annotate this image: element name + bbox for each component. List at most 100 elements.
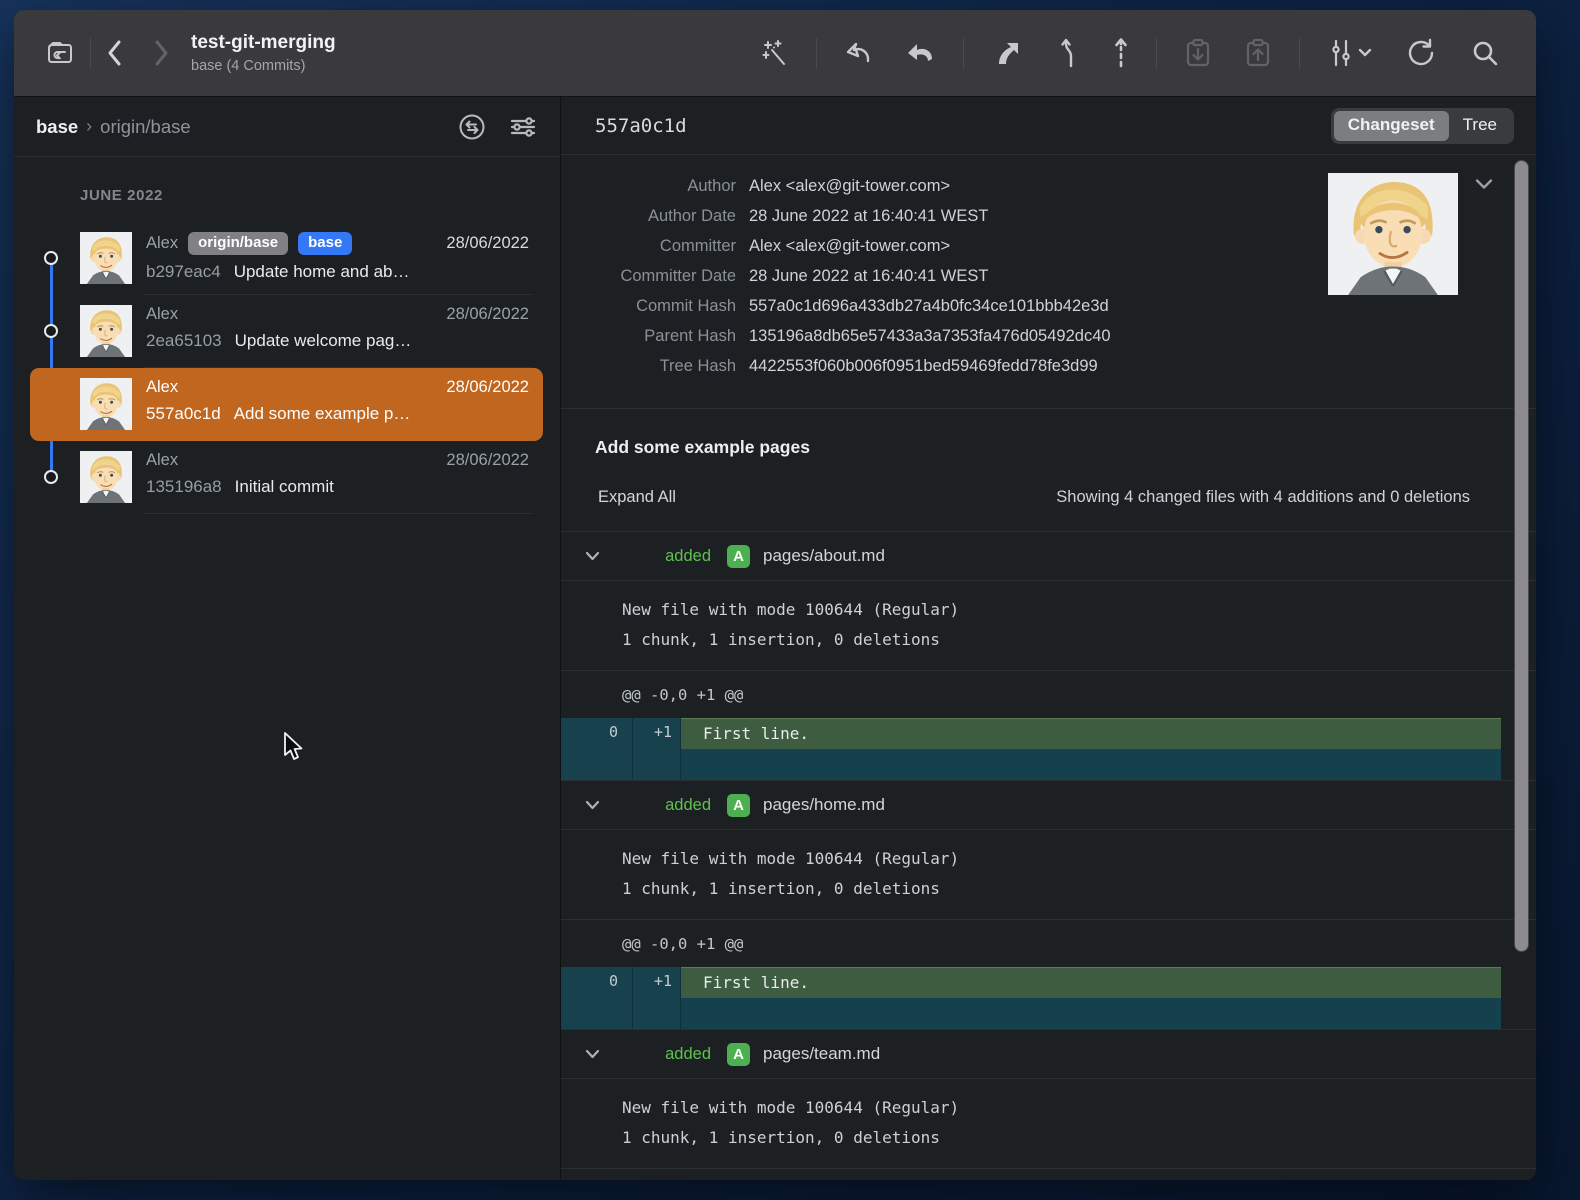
desktop: { "window": { "title": "test-git-merging…	[0, 0, 1580, 1200]
commit-list: JUNE 2022 Alex origin/base base	[14, 157, 560, 1180]
author-avatar	[1328, 173, 1458, 295]
new-line-number	[633, 998, 681, 1029]
undo-icon[interactable]	[843, 37, 875, 69]
commit-row[interactable]: Alex 28/06/2022 135196a8 Initial commit	[30, 441, 543, 514]
commit-message-title: Add some example pages	[595, 437, 1470, 458]
file-info: New file with mode 100644 (Regular) 1 ch…	[561, 829, 1536, 919]
old-line-number	[561, 998, 633, 1029]
old-line-number: 0	[561, 718, 633, 749]
old-line-number	[561, 749, 633, 780]
toolbar-actions	[760, 36, 1500, 70]
commit-hash: 135196a8	[146, 477, 222, 497]
tab-tree[interactable]: Tree	[1449, 111, 1511, 141]
compare-branches-icon[interactable]	[458, 113, 486, 141]
diff-added-line[interactable]: 0 +1 First line.	[561, 718, 1501, 749]
file-info: New file with mode 100644 (Regular) 1 ch…	[561, 580, 1536, 670]
file-header[interactable]: added A pages/home.md	[561, 780, 1536, 829]
file-added-badge: A	[727, 1043, 750, 1066]
back-button[interactable]	[105, 38, 125, 68]
file-added-badge: A	[727, 794, 750, 817]
empty-line	[681, 749, 1501, 780]
new-line-number: +1	[633, 967, 681, 998]
added-line-text: First line.	[681, 718, 1501, 749]
rebase-icon[interactable]	[1112, 36, 1130, 70]
file-section: added A pages/home.md New file with mode…	[561, 780, 1536, 1029]
local-branch-badge[interactable]: base	[298, 232, 352, 255]
new-line-number: +1	[633, 718, 681, 749]
file-stats-line: 1 chunk, 1 insertion, 0 deletions	[622, 874, 1536, 904]
expand-all-button[interactable]: Expand All	[595, 488, 676, 507]
meta-value: 557a0c1d696a433db27a4b0fc34ce101bbb42e3d	[749, 291, 1536, 321]
commit-date: 28/06/2022	[446, 451, 529, 470]
file-header[interactable]: added A pages/about.md	[561, 531, 1536, 580]
commit-row[interactable]: Alex 28/06/2022 2ea65103 Update welcome …	[30, 295, 543, 368]
added-line-text: First line.	[681, 967, 1501, 998]
commit-message-block: Add some example pages Expand All Showin…	[561, 409, 1536, 531]
file-mode-line: New file with mode 100644 (Regular)	[622, 1093, 1536, 1123]
file-header[interactable]: added A pages/team.md	[561, 1029, 1536, 1078]
collapse-chevron-icon[interactable]	[585, 1049, 601, 1059]
breadcrumb-upstream[interactable]: origin/base	[100, 116, 191, 138]
commit-author: Alex	[146, 451, 178, 470]
diff-added-line[interactable]: 0 +1 First line.	[561, 967, 1501, 998]
commit-author: Alex	[146, 378, 178, 397]
commit-date: 28/06/2022	[446, 305, 529, 324]
meta-value: 4422553f060b006f0951bed59469fedd78fe3d99	[749, 351, 1536, 381]
revert-icon[interactable]	[905, 37, 937, 69]
search-icon[interactable]	[1470, 38, 1500, 68]
collapse-chevron-icon[interactable]	[585, 800, 601, 810]
toolbar: test-git-merging base (4 Commits)	[14, 10, 1536, 97]
avatar-chevron-down-icon[interactable]	[1474, 177, 1494, 191]
old-line-number: 0	[561, 967, 633, 998]
commit-hash: 557a0c1d	[146, 404, 221, 424]
avatar	[80, 451, 132, 503]
hunk-header: @@ -0,0 +1 @@	[561, 919, 1536, 967]
detail-commit-hash: 557a0c1d	[595, 115, 687, 137]
file-mode-line: New file with mode 100644 (Regular)	[622, 844, 1536, 874]
diff-spacer-line	[561, 749, 1501, 780]
row-divider	[144, 513, 533, 514]
quick-actions-wand-icon[interactable]	[760, 38, 790, 68]
repo-folder-icon[interactable]	[44, 37, 76, 69]
file-stats-line: 1 chunk, 1 insertion, 0 deletions	[622, 625, 1536, 655]
remote-branch-badge[interactable]: origin/base	[188, 232, 288, 255]
commit-author: Alex	[146, 305, 178, 324]
file-section: added A pages/about.md New file with mod…	[561, 531, 1536, 780]
toolbar-divider	[816, 38, 817, 68]
file-path[interactable]: pages/about.md	[763, 546, 885, 566]
commit-author: Alex	[146, 234, 178, 253]
breadcrumb-chevron-icon: ›	[86, 116, 92, 137]
meta-label: Committer Date	[561, 261, 736, 291]
toolbar-divider	[90, 38, 91, 68]
list-filter-sliders-icon[interactable]	[508, 113, 538, 141]
breadcrumb-branch[interactable]: base	[36, 116, 78, 138]
meta-label: Parent Hash	[561, 321, 736, 351]
collapse-chevron-icon[interactable]	[585, 551, 601, 561]
tab-changeset[interactable]: Changeset	[1334, 111, 1449, 141]
save-stash-icon[interactable]	[1183, 37, 1213, 69]
file-status: added	[601, 1045, 711, 1064]
toolbar-divider	[963, 38, 964, 68]
file-path[interactable]: pages/home.md	[763, 795, 885, 815]
meta-label: Author	[561, 171, 736, 201]
diff-table: 0 +1 First line.	[561, 967, 1501, 1029]
file-path[interactable]: pages/team.md	[763, 1044, 880, 1064]
commit-date: 28/06/2022	[446, 378, 529, 397]
window-subtitle: base (4 Commits)	[191, 57, 336, 75]
merge-arrow-icon[interactable]	[990, 37, 1022, 69]
view-options-sliders-icon[interactable]	[1326, 37, 1372, 69]
refresh-icon[interactable]	[1406, 37, 1436, 69]
commit-hash: b297eac4	[146, 262, 221, 282]
branch-merge-icon[interactable]	[1056, 36, 1082, 70]
commit-message: Update home and ab…	[234, 262, 410, 282]
changed-files-summary: Showing 4 changed files with 4 additions…	[1056, 488, 1470, 507]
sidebar: base › origin/base	[14, 97, 561, 1180]
commit-row[interactable]: Alex origin/base base 28/06/2022 b297eac…	[30, 222, 543, 295]
detail-scroll-area[interactable]: Author Alex <alex@git-tower.com> Author …	[561, 155, 1536, 1180]
scrollbar-thumb[interactable]	[1514, 160, 1529, 952]
file-info: New file with mode 100644 (Regular) 1 ch…	[561, 1078, 1536, 1168]
forward-button[interactable]	[151, 38, 171, 68]
file-stats-line: 1 chunk, 1 insertion, 0 deletions	[622, 1123, 1536, 1153]
apply-stash-icon[interactable]	[1243, 37, 1273, 69]
commit-row-selected[interactable]: Alex 28/06/2022 557a0c1d Add some exampl…	[30, 368, 543, 441]
